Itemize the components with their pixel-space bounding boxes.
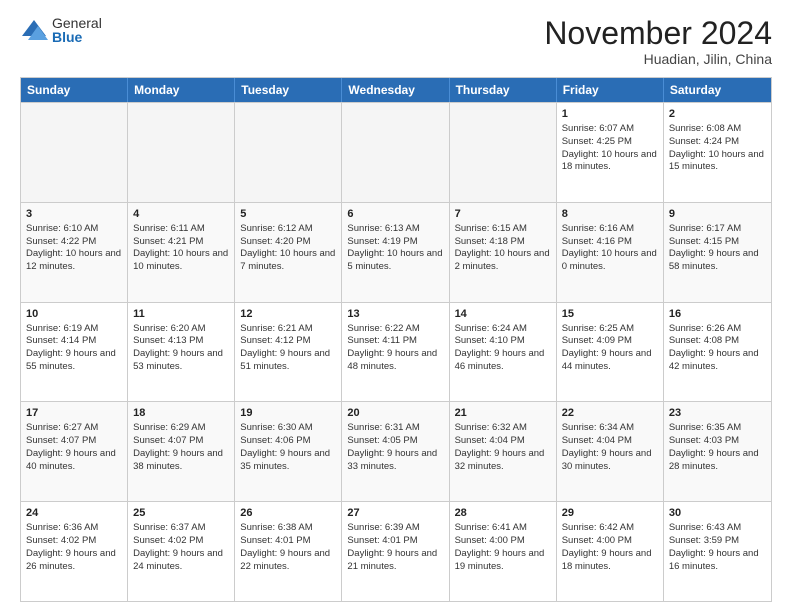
calendar-cell <box>235 103 342 202</box>
calendar-body: 1Sunrise: 6:07 AMSunset: 4:25 PMDaylight… <box>21 102 771 601</box>
month-title: November 2024 <box>544 16 772 51</box>
day-number: 25 <box>133 506 229 521</box>
calendar-cell: 25Sunrise: 6:37 AMSunset: 4:02 PMDayligh… <box>128 502 235 601</box>
day-number: 23 <box>669 406 766 421</box>
logo: General Blue <box>20 16 102 44</box>
day-number: 19 <box>240 406 336 421</box>
calendar-cell <box>21 103 128 202</box>
logo-general-text: General <box>52 16 102 30</box>
calendar-cell: 2Sunrise: 6:08 AMSunset: 4:24 PMDaylight… <box>664 103 771 202</box>
calendar-cell: 11Sunrise: 6:20 AMSunset: 4:13 PMDayligh… <box>128 303 235 402</box>
calendar-cell: 6Sunrise: 6:13 AMSunset: 4:19 PMDaylight… <box>342 203 449 302</box>
day-number: 21 <box>455 406 551 421</box>
day-number: 22 <box>562 406 658 421</box>
calendar-row-4: 17Sunrise: 6:27 AMSunset: 4:07 PMDayligh… <box>21 401 771 501</box>
logo-text: General Blue <box>52 16 102 44</box>
day-number: 7 <box>455 207 551 222</box>
day-number: 4 <box>133 207 229 222</box>
day-number: 1 <box>562 107 658 122</box>
calendar-cell: 14Sunrise: 6:24 AMSunset: 4:10 PMDayligh… <box>450 303 557 402</box>
header-tuesday: Tuesday <box>235 78 342 102</box>
calendar-cell: 27Sunrise: 6:39 AMSunset: 4:01 PMDayligh… <box>342 502 449 601</box>
calendar-cell: 15Sunrise: 6:25 AMSunset: 4:09 PMDayligh… <box>557 303 664 402</box>
day-number: 2 <box>669 107 766 122</box>
header-thursday: Thursday <box>450 78 557 102</box>
calendar-cell: 24Sunrise: 6:36 AMSunset: 4:02 PMDayligh… <box>21 502 128 601</box>
calendar-cell: 19Sunrise: 6:30 AMSunset: 4:06 PMDayligh… <box>235 402 342 501</box>
calendar-cell: 1Sunrise: 6:07 AMSunset: 4:25 PMDaylight… <box>557 103 664 202</box>
title-area: November 2024 Huadian, Jilin, China <box>544 16 772 67</box>
calendar: Sunday Monday Tuesday Wednesday Thursday… <box>20 77 772 602</box>
logo-blue-text: Blue <box>52 30 102 44</box>
calendar-cell: 17Sunrise: 6:27 AMSunset: 4:07 PMDayligh… <box>21 402 128 501</box>
day-number: 28 <box>455 506 551 521</box>
day-number: 26 <box>240 506 336 521</box>
calendar-cell: 26Sunrise: 6:38 AMSunset: 4:01 PMDayligh… <box>235 502 342 601</box>
header: General Blue November 2024 Huadian, Jili… <box>20 16 772 67</box>
calendar-cell: 4Sunrise: 6:11 AMSunset: 4:21 PMDaylight… <box>128 203 235 302</box>
header-sunday: Sunday <box>21 78 128 102</box>
calendar-cell <box>450 103 557 202</box>
calendar-cell: 30Sunrise: 6:43 AMSunset: 3:59 PMDayligh… <box>664 502 771 601</box>
day-number: 5 <box>240 207 336 222</box>
calendar-cell: 22Sunrise: 6:34 AMSunset: 4:04 PMDayligh… <box>557 402 664 501</box>
calendar-header: Sunday Monday Tuesday Wednesday Thursday… <box>21 78 771 102</box>
calendar-row-5: 24Sunrise: 6:36 AMSunset: 4:02 PMDayligh… <box>21 501 771 601</box>
calendar-cell: 7Sunrise: 6:15 AMSunset: 4:18 PMDaylight… <box>450 203 557 302</box>
day-number: 12 <box>240 307 336 322</box>
day-number: 27 <box>347 506 443 521</box>
calendar-cell: 28Sunrise: 6:41 AMSunset: 4:00 PMDayligh… <box>450 502 557 601</box>
calendar-cell: 8Sunrise: 6:16 AMSunset: 4:16 PMDaylight… <box>557 203 664 302</box>
day-number: 15 <box>562 307 658 322</box>
calendar-cell: 20Sunrise: 6:31 AMSunset: 4:05 PMDayligh… <box>342 402 449 501</box>
day-number: 20 <box>347 406 443 421</box>
day-number: 17 <box>26 406 122 421</box>
day-number: 29 <box>562 506 658 521</box>
location: Huadian, Jilin, China <box>544 51 772 67</box>
calendar-cell <box>342 103 449 202</box>
day-number: 11 <box>133 307 229 322</box>
header-friday: Friday <box>557 78 664 102</box>
day-number: 3 <box>26 207 122 222</box>
page: General Blue November 2024 Huadian, Jili… <box>0 0 792 612</box>
header-saturday: Saturday <box>664 78 771 102</box>
calendar-cell: 5Sunrise: 6:12 AMSunset: 4:20 PMDaylight… <box>235 203 342 302</box>
calendar-row-1: 1Sunrise: 6:07 AMSunset: 4:25 PMDaylight… <box>21 102 771 202</box>
calendar-cell: 16Sunrise: 6:26 AMSunset: 4:08 PMDayligh… <box>664 303 771 402</box>
day-number: 8 <box>562 207 658 222</box>
calendar-cell <box>128 103 235 202</box>
calendar-cell: 23Sunrise: 6:35 AMSunset: 4:03 PMDayligh… <box>664 402 771 501</box>
calendar-cell: 29Sunrise: 6:42 AMSunset: 4:00 PMDayligh… <box>557 502 664 601</box>
day-number: 30 <box>669 506 766 521</box>
header-monday: Monday <box>128 78 235 102</box>
calendar-cell: 13Sunrise: 6:22 AMSunset: 4:11 PMDayligh… <box>342 303 449 402</box>
day-number: 6 <box>347 207 443 222</box>
calendar-cell: 21Sunrise: 6:32 AMSunset: 4:04 PMDayligh… <box>450 402 557 501</box>
header-wednesday: Wednesday <box>342 78 449 102</box>
day-number: 24 <box>26 506 122 521</box>
day-number: 13 <box>347 307 443 322</box>
logo-icon <box>20 16 48 44</box>
calendar-cell: 12Sunrise: 6:21 AMSunset: 4:12 PMDayligh… <box>235 303 342 402</box>
day-number: 18 <box>133 406 229 421</box>
day-number: 10 <box>26 307 122 322</box>
calendar-row-3: 10Sunrise: 6:19 AMSunset: 4:14 PMDayligh… <box>21 302 771 402</box>
day-number: 14 <box>455 307 551 322</box>
calendar-cell: 9Sunrise: 6:17 AMSunset: 4:15 PMDaylight… <box>664 203 771 302</box>
day-number: 16 <box>669 307 766 322</box>
calendar-cell: 3Sunrise: 6:10 AMSunset: 4:22 PMDaylight… <box>21 203 128 302</box>
calendar-cell: 18Sunrise: 6:29 AMSunset: 4:07 PMDayligh… <box>128 402 235 501</box>
day-number: 9 <box>669 207 766 222</box>
calendar-row-2: 3Sunrise: 6:10 AMSunset: 4:22 PMDaylight… <box>21 202 771 302</box>
calendar-cell: 10Sunrise: 6:19 AMSunset: 4:14 PMDayligh… <box>21 303 128 402</box>
